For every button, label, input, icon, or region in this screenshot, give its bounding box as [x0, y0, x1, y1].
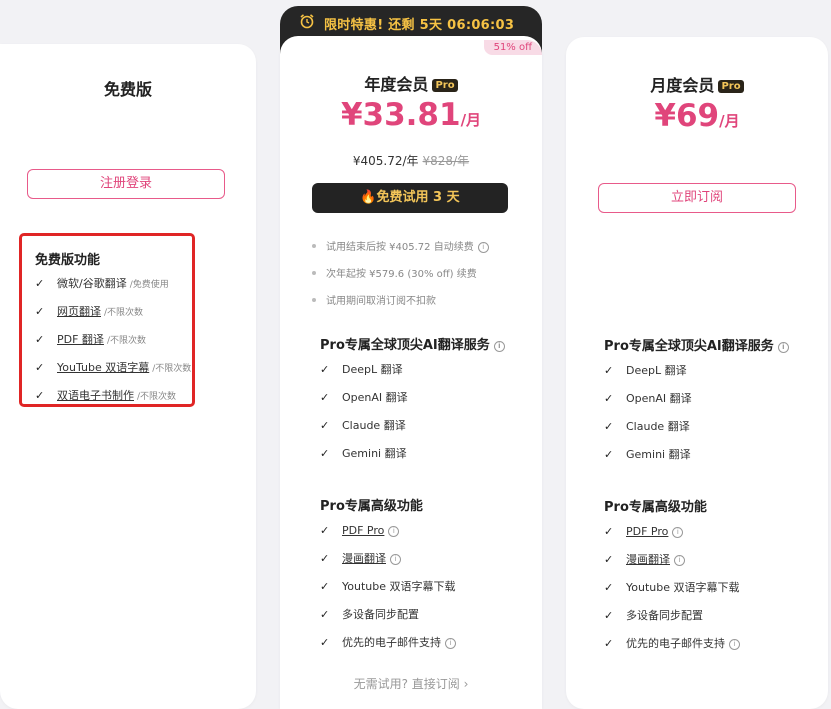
feature-link[interactable]: 漫画翻译 — [342, 552, 386, 565]
advanced-feature-item: ✓ PDF Pro i — [320, 523, 400, 539]
advanced-feature-item: ✓ 优先的电子邮件支持 i — [320, 635, 456, 651]
check-icon: ✓ — [604, 581, 614, 594]
check-icon: ✓ — [320, 447, 330, 460]
monthly-price: ¥69/月 — [654, 98, 740, 134]
info-icon[interactable]: i — [729, 639, 740, 650]
advanced-feature-item: ✓ 优先的电子邮件支持 i — [604, 636, 740, 652]
free-features-title: 免费版功能 — [35, 253, 101, 268]
ai-service-item: ✓ Claude 翻译 — [604, 420, 690, 433]
ai-services-title: Pro专属全球顶尖AI翻译服务 i — [604, 335, 789, 354]
annual-price: ¥33.81/月 — [340, 97, 482, 133]
ai-service-item: ✓ DeepL 翻译 — [320, 363, 403, 376]
check-icon: ✓ — [604, 364, 614, 377]
check-icon: ✓ — [604, 609, 614, 622]
advanced-feature-item: ✓ 多设备同步配置 — [604, 609, 703, 622]
info-icon[interactable]: i — [388, 526, 400, 537]
check-icon: ✓ — [320, 580, 330, 593]
check-icon: ✓ — [604, 553, 614, 566]
feature-link[interactable]: PDF 翻译 — [57, 333, 104, 346]
feature-link[interactable]: 漫画翻译 — [626, 553, 670, 566]
check-icon: ✓ — [320, 636, 330, 649]
trial-note: 试用期间取消订阅不扣款 — [312, 292, 436, 307]
check-icon: ✓ — [604, 637, 614, 650]
free-trial-button[interactable]: 🔥免费试用 3 天 — [312, 183, 508, 213]
ai-service-item: ✓ OpenAI 翻译 — [320, 391, 408, 404]
trial-note: 试用结束后按 ¥405.72 自动续费 i — [312, 238, 489, 253]
check-icon: ✓ — [35, 305, 45, 318]
subscribe-now-button[interactable]: 立即订阅 — [598, 183, 796, 213]
advanced-feature-item: ✓ 多设备同步配置 — [320, 608, 419, 621]
info-icon[interactable]: i — [445, 638, 456, 649]
feature-link[interactable]: PDF Pro — [342, 524, 384, 537]
ai-services-title: Pro专属全球顶尖AI翻译服务 i — [320, 334, 505, 353]
check-icon: ✓ — [320, 524, 330, 537]
promo-countdown: 限时特惠! 还剩 5天 06:06:03 — [324, 18, 515, 33]
check-icon: ✓ — [35, 333, 45, 346]
check-icon: ✓ — [320, 363, 330, 376]
annual-plan-card: 51% off 年度会员 Pro ¥33.81/月 ¥405.72/年 ¥828/年… — [280, 36, 542, 709]
pro-badge: Pro — [432, 79, 458, 92]
free-feature-item: ✓ 双语电子书制作/不限次数 — [35, 389, 177, 402]
advanced-features-title: Pro专属高级功能 — [604, 500, 707, 515]
advanced-feature-item: ✓ Youtube 双语字幕下载 — [320, 580, 456, 593]
feature-link[interactable]: 网页翻译 — [57, 305, 101, 318]
check-icon: ✓ — [320, 608, 330, 621]
check-icon: ✓ — [604, 525, 614, 538]
feature-link[interactable]: YouTube 双语字幕 — [57, 361, 149, 374]
register-login-button[interactable]: 注册登录 — [27, 169, 225, 199]
advanced-feature-item: ✓ 漫画翻译 i — [320, 551, 401, 567]
free-feature-item: ✓ 网页翻译/不限次数 — [35, 305, 144, 318]
info-icon[interactable]: i — [672, 527, 684, 538]
feature-link[interactable]: PDF Pro — [626, 525, 668, 538]
annual-yearly-price: ¥405.72/年 ¥828/年 — [352, 154, 470, 168]
ai-service-item: ✓ Gemini 翻译 — [320, 447, 407, 460]
check-icon: ✓ — [320, 391, 330, 404]
alarm-clock-icon — [300, 14, 314, 29]
pro-badge: Pro — [718, 80, 744, 93]
trial-note: 次年起按 ¥579.6 (30% off) 续费 — [312, 265, 477, 280]
ai-service-item: ✓ DeepL 翻译 — [604, 364, 687, 377]
check-icon: ✓ — [320, 419, 330, 432]
advanced-feature-item: ✓ Youtube 双语字幕下载 — [604, 581, 740, 594]
discount-badge: 51% off — [483, 40, 542, 55]
advanced-feature-item: ✓ PDF Pro i — [604, 524, 684, 540]
info-icon[interactable]: i — [390, 554, 401, 565]
monthly-plan-card: 月度会员 Pro ¥69/月 立即订阅 Pro专属全球顶尖AI翻译服务 i ✓ Dee… — [566, 37, 828, 709]
direct-subscribe-link[interactable]: 无需试用? 直接订阅 › — [280, 675, 542, 692]
check-icon: ✓ — [604, 448, 614, 461]
check-icon: ✓ — [35, 361, 45, 374]
check-icon: ✓ — [604, 420, 614, 433]
info-icon[interactable]: i — [674, 555, 685, 566]
advanced-features-title: Pro专属高级功能 — [320, 499, 423, 514]
free-feature-item: ✓ PDF 翻译/不限次数 — [35, 333, 146, 346]
free-plan-title: 免费版 — [103, 80, 152, 99]
original-price: ¥828/年 — [422, 154, 470, 168]
free-features-box: 免费版功能 ✓ 微软/谷歌翻译/免费使用 ✓ 网页翻译/不限次数 ✓ PDF 翻译/不… — [19, 233, 195, 407]
info-icon[interactable]: i — [777, 342, 789, 353]
check-icon: ✓ — [604, 392, 614, 405]
check-icon: ✓ — [35, 277, 45, 290]
annual-plan-wrapper: 限时特惠! 还剩 5天 06:06:03 51% off 年度会员 Pro ¥33… — [280, 6, 542, 709]
ai-service-item: ✓ OpenAI 翻译 — [604, 392, 692, 405]
annual-plan-title: 年度会员 Pro — [280, 71, 542, 95]
free-feature-item: ✓ 微软/谷歌翻译/免费使用 — [35, 277, 169, 290]
monthly-plan-title: 月度会员 Pro — [566, 72, 828, 96]
free-feature-item: ✓ YouTube 双语字幕/不限次数 — [35, 361, 192, 374]
ai-service-item: ✓ Claude 翻译 — [320, 419, 406, 432]
advanced-feature-item: ✓ 漫画翻译 i — [604, 552, 685, 568]
check-icon: ✓ — [35, 389, 45, 402]
ai-service-item: ✓ Gemini 翻译 — [604, 448, 691, 461]
check-icon: ✓ — [320, 552, 330, 565]
info-icon[interactable]: i — [477, 242, 489, 253]
info-icon[interactable]: i — [493, 341, 505, 352]
feature-link[interactable]: 双语电子书制作 — [57, 389, 134, 402]
